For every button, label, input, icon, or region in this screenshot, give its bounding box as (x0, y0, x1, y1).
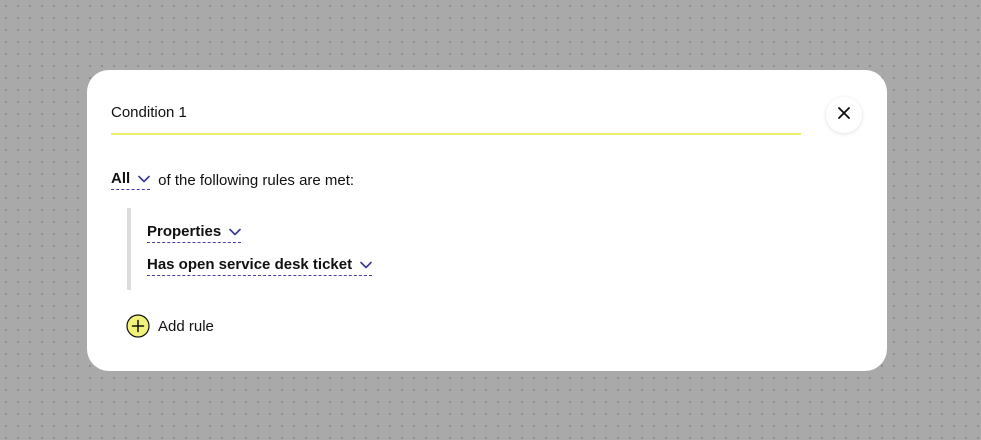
condition-title-row (111, 100, 801, 135)
rule-item: Properties (147, 216, 372, 249)
plus-circle-icon (126, 314, 150, 338)
match-sentence-text: of the following rules are met: (158, 171, 355, 189)
condition-title-input[interactable] (111, 100, 801, 126)
chevron-down-icon (130, 170, 150, 187)
close-button[interactable] (826, 97, 862, 133)
rule-label: Has open service desk ticket (147, 255, 353, 273)
quantifier-label: All (111, 170, 131, 187)
match-sentence: All of the following rules are met: (111, 170, 354, 190)
add-rule-label: Add rule (158, 317, 214, 335)
condition-card: All of the following rules are met: Prop… (87, 70, 887, 371)
add-rule-button[interactable]: Add rule (126, 314, 214, 338)
rule-label: Properties (147, 222, 222, 240)
rule-item: Has open service desk ticket (147, 249, 373, 282)
chevron-down-icon (221, 223, 242, 240)
close-icon (838, 106, 850, 124)
chevron-down-icon (352, 256, 372, 273)
rule-properties-dropdown[interactable]: Properties (147, 222, 242, 243)
rule-condition-dropdown[interactable]: Has open service desk ticket (147, 255, 373, 276)
rule-group: Properties Has open service desk ticket (127, 208, 373, 290)
quantifier-dropdown[interactable]: All (111, 170, 151, 190)
